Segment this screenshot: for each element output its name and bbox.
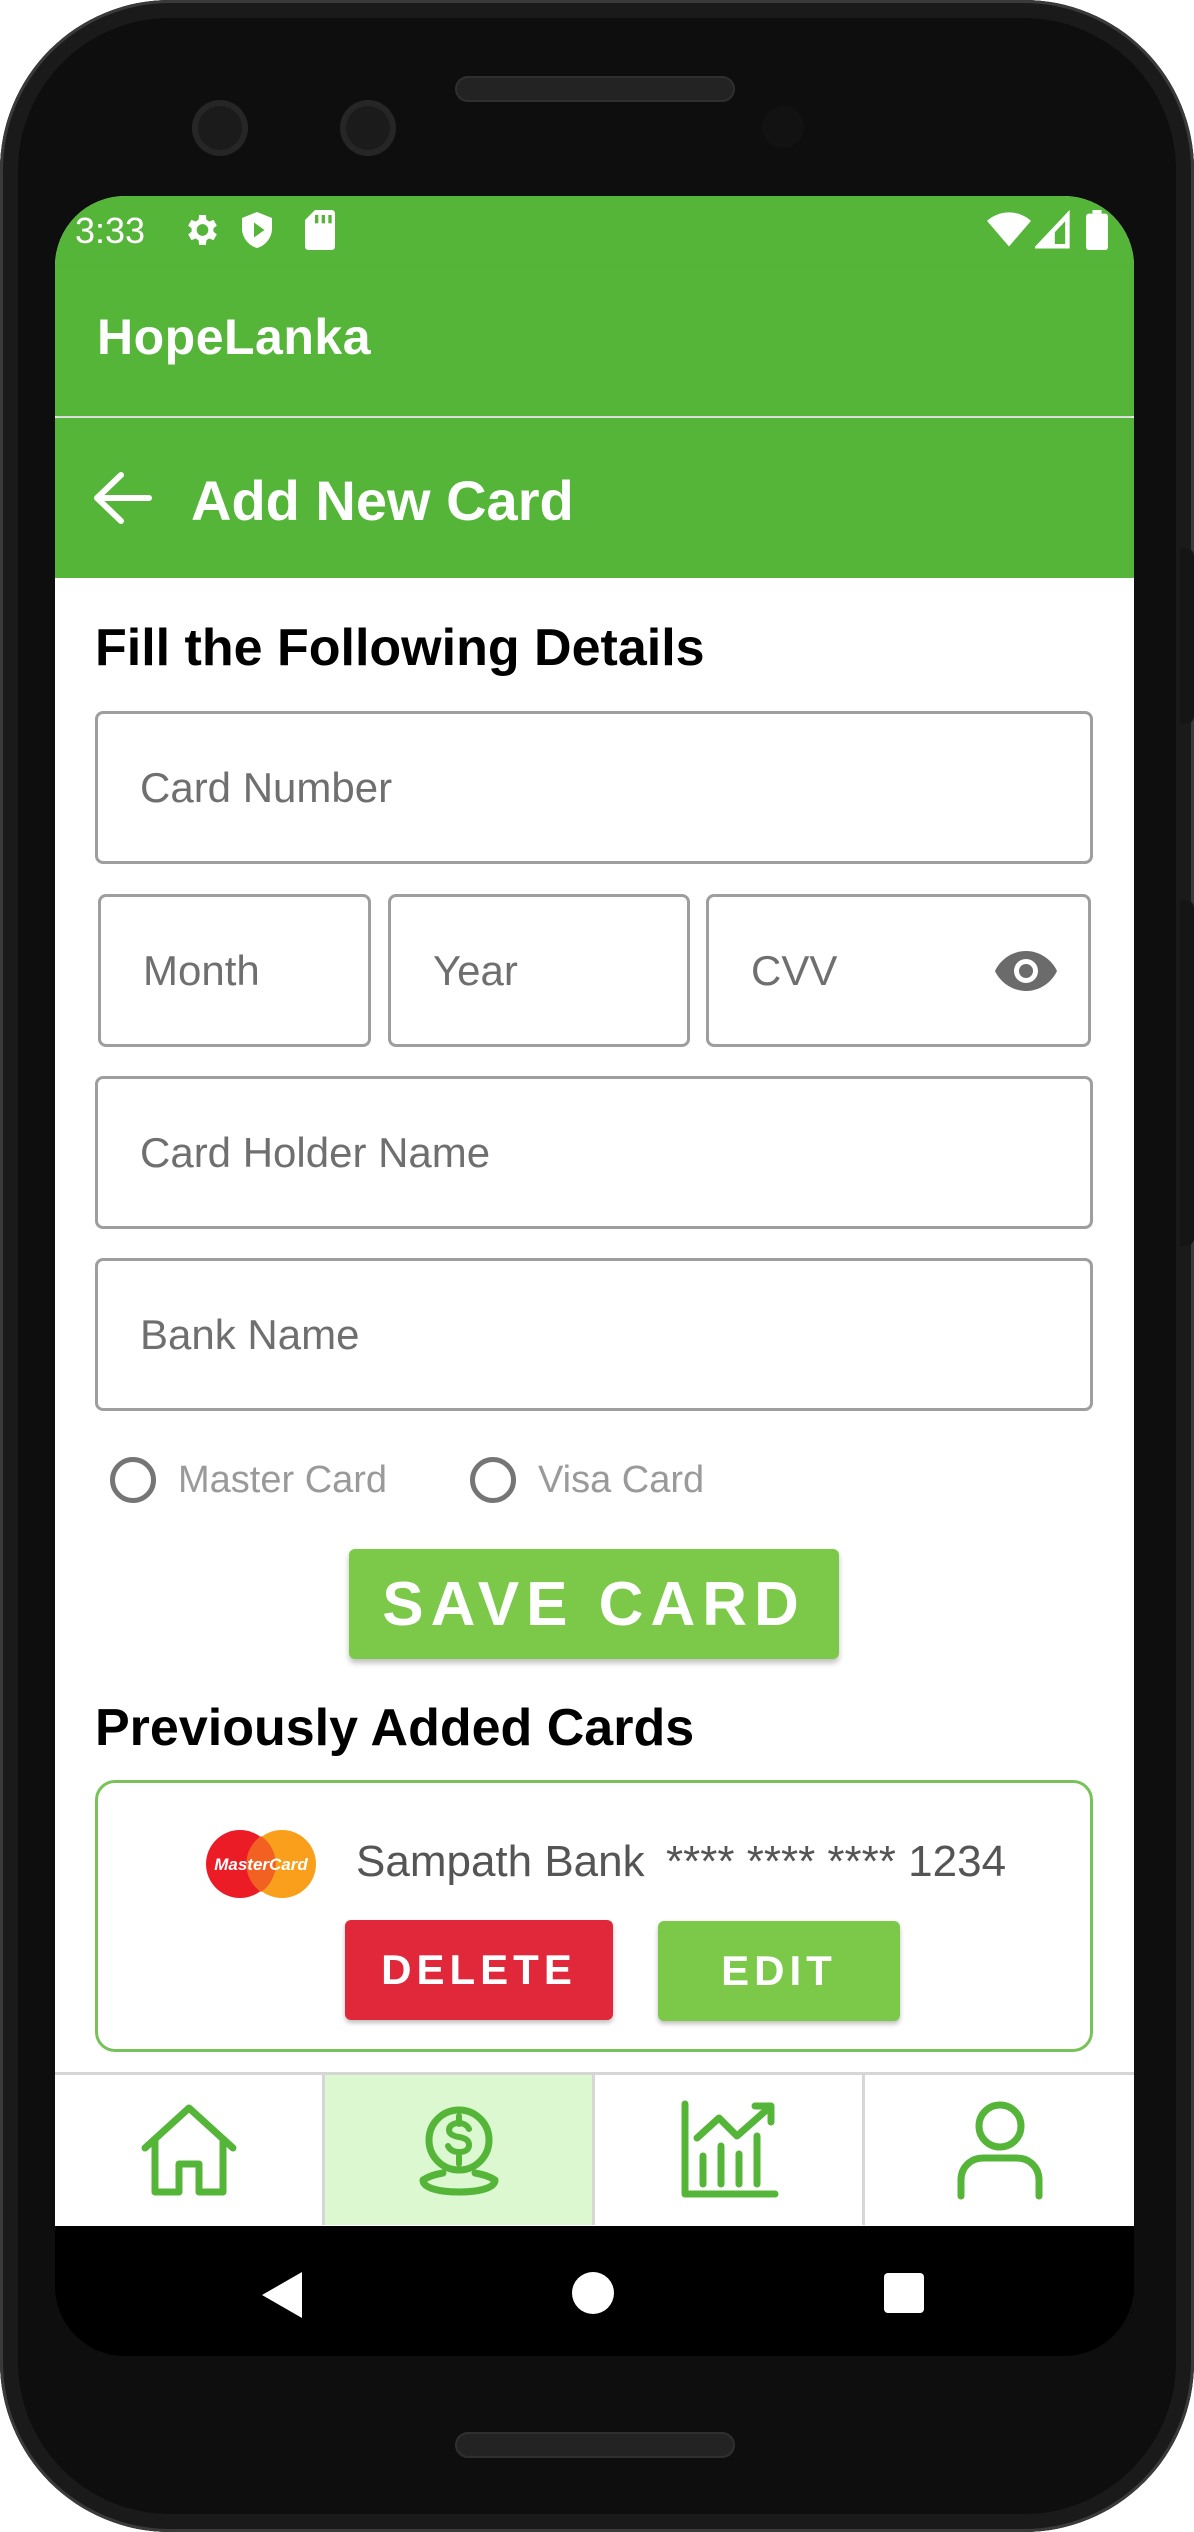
radio-master-card[interactable]: Master Card <box>110 1450 387 1510</box>
nav-payments[interactable] <box>325 2075 595 2225</box>
save-card-button[interactable]: SAVE CARD <box>349 1549 839 1659</box>
screen-header: Add New Card <box>55 418 1134 578</box>
app-title: HopeLanka <box>97 309 372 365</box>
month-input[interactable] <box>101 897 368 1044</box>
proximity-sensor <box>762 106 804 148</box>
home-icon <box>141 2104 236 2196</box>
radio-visa-card[interactable]: Visa Card <box>470 1450 704 1510</box>
system-home-icon[interactable] <box>572 2272 614 2314</box>
year-field <box>388 894 690 1047</box>
wifi-icon <box>987 212 1031 247</box>
front-camera-right <box>340 100 396 156</box>
svg-text:MasterCard: MasterCard <box>214 1855 308 1874</box>
system-recents-icon[interactable] <box>884 2273 924 2313</box>
card-number-field <box>95 711 1093 864</box>
battery-icon <box>1086 210 1108 250</box>
card-holder-input[interactable] <box>98 1079 1090 1226</box>
radio-label: Visa Card <box>538 1458 705 1501</box>
card-bank-name: Sampath Bank <box>356 1837 645 1886</box>
sd-card-icon <box>305 210 335 250</box>
top-speaker <box>455 76 735 102</box>
bank-name-field <box>95 1258 1093 1411</box>
radio-circle[interactable] <box>110 1457 156 1503</box>
app-view: 3:33 HopeLanka Add New Card Fill the Fol… <box>55 196 1134 2226</box>
mastercard-logo-icon: MasterCard <box>206 1830 316 1898</box>
gear-icon <box>188 215 217 245</box>
shield-icon <box>242 212 272 248</box>
bottom-speaker <box>455 2432 735 2458</box>
phone-frame: 3:33 HopeLanka Add New Card Fill the Fol… <box>0 0 1194 2532</box>
delete-card-button[interactable]: DELETE <box>345 1920 613 2020</box>
screen: 3:33 HopeLanka Add New Card Fill the Fol… <box>55 196 1134 2356</box>
card-masked-number: **** **** **** 1234 <box>666 1837 1007 1886</box>
bottom-navigation <box>55 2072 1134 2225</box>
person-icon <box>957 2101 1042 2200</box>
cell-signal-icon <box>1035 210 1070 249</box>
card-holder-field <box>95 1076 1093 1229</box>
form-heading: Fill the Following Details <box>95 619 705 677</box>
bank-name-input[interactable] <box>98 1261 1090 1408</box>
system-navigation-bar <box>55 2226 1134 2356</box>
card-number-input[interactable] <box>98 714 1090 861</box>
nav-home[interactable] <box>55 2075 325 2225</box>
status-bar: 3:33 <box>55 196 1134 266</box>
page-title: Add New Card <box>191 469 574 532</box>
month-field <box>98 894 371 1047</box>
saved-card-item: MasterCard Sampath Bank **** **** **** 1… <box>95 1780 1093 2052</box>
eye-icon[interactable] <box>994 949 1058 993</box>
app-bar: HopeLanka <box>55 266 1134 416</box>
front-camera-left <box>192 100 248 156</box>
nav-analytics[interactable] <box>595 2075 865 2225</box>
year-input[interactable] <box>391 897 687 1044</box>
cvv-field <box>706 894 1091 1047</box>
arrow-left-icon[interactable] <box>91 470 153 526</box>
dollar-coin-icon <box>419 2106 498 2196</box>
edit-card-button[interactable]: EDIT <box>658 1921 900 2021</box>
chart-icon <box>681 2100 778 2198</box>
power-button <box>1180 548 1194 724</box>
radio-label: Master Card <box>178 1458 388 1501</box>
nav-profile[interactable] <box>865 2075 1134 2225</box>
system-back-icon[interactable] <box>260 2270 304 2320</box>
saved-cards-heading: Previously Added Cards <box>95 1699 695 1757</box>
status-time: 3:33 <box>75 210 146 251</box>
volume-button <box>1180 900 1194 1246</box>
radio-circle[interactable] <box>470 1457 516 1503</box>
